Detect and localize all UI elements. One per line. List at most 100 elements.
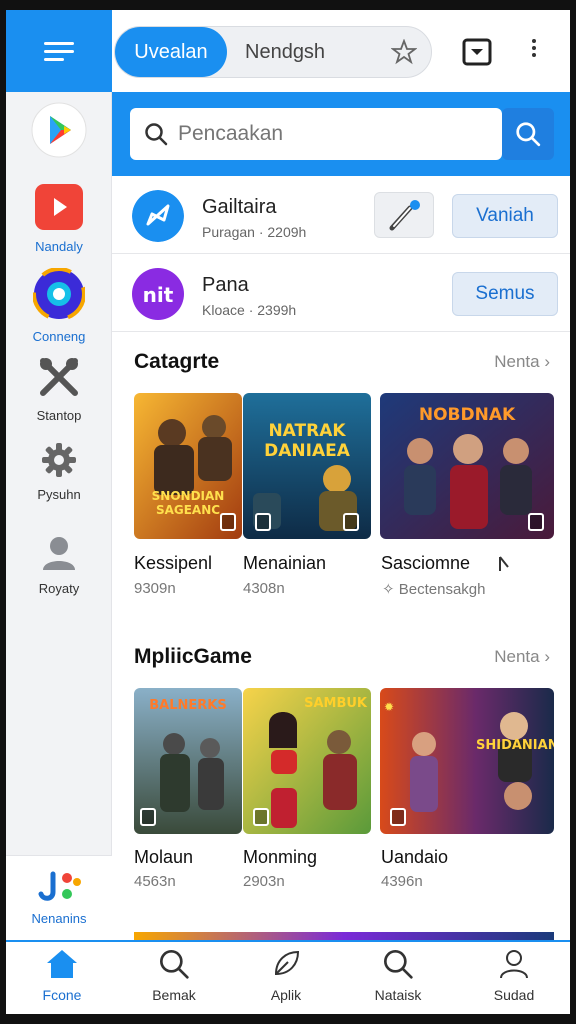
- game-title[interactable]: Molaun: [134, 847, 193, 868]
- game-meta: 4396n: [381, 873, 423, 890]
- person-icon: [43, 537, 75, 570]
- badge-icon: [220, 513, 236, 531]
- game-art-title: BALNERKS: [149, 698, 227, 713]
- tools-icon: [40, 358, 78, 396]
- home-icon: [47, 950, 77, 978]
- svg-text:nit: nit: [143, 283, 174, 307]
- game-art-title: SHIDANIAN: [476, 738, 554, 753]
- app-icon: [132, 190, 184, 242]
- nav-label: Nataisk: [374, 987, 422, 1003]
- more-options-icon[interactable]: [528, 36, 540, 60]
- search-button[interactable]: [502, 108, 554, 160]
- app-row-gailtaira[interactable]: Gailtaira Puragan · 2209h Vaniah: [112, 178, 570, 254]
- rail-bottom-label: Nenanins: [31, 911, 87, 926]
- apps-logo-icon: [38, 871, 81, 901]
- music-note-icon: [499, 556, 509, 571]
- side-rail: Nandaly Conneng Stantop Pysuhn Royaty Ne…: [6, 10, 112, 1014]
- game-card-art[interactable]: SNONDIAN SAGEANC: [134, 393, 242, 539]
- game-card-art[interactable]: NOBDNAK: [380, 393, 554, 539]
- rail-label: Royaty: [38, 581, 80, 596]
- game-title[interactable]: Monming: [243, 847, 317, 868]
- gear-icon: [42, 443, 76, 477]
- bottom-navigation: Fcone Bemak Aplik Nataisk Sudad: [6, 940, 570, 1014]
- menu-button[interactable]: [6, 10, 112, 92]
- game-art-title: SAMBUK: [304, 696, 367, 711]
- game-art-title: NOBDNAK: [418, 405, 516, 425]
- search-bar: [112, 92, 570, 176]
- search-icon: [516, 122, 541, 147]
- rail-label: Pysuhn: [37, 487, 81, 502]
- app-screen: Nandaly Conneng Stantop Pysuhn Royaty Ne…: [6, 10, 570, 1014]
- game-card-art[interactable]: BALNERKS: [134, 688, 242, 834]
- app-meta: Kloace · 2399h: [202, 302, 297, 318]
- rail-item-stantop[interactable]: Stantop: [6, 355, 112, 423]
- nav-bemak[interactable]: Bemak: [118, 948, 230, 1003]
- game-card-art[interactable]: NATRAK DANIAEA: [243, 393, 371, 539]
- rail-label: Conneng: [32, 329, 86, 344]
- pen-icon: [389, 200, 420, 231]
- game-meta: ✧ Bectensakgh: [382, 581, 486, 598]
- search-icon: [384, 950, 413, 979]
- tab-uvealan[interactable]: Uvealan: [115, 27, 227, 77]
- game-meta: 4308n: [243, 580, 285, 597]
- game-card-art[interactable]: ✹ SHIDANIAN: [380, 688, 554, 834]
- rail-item-play-store[interactable]: [6, 102, 112, 163]
- nav-aplik[interactable]: Aplik: [230, 948, 342, 1003]
- rail-label: Stantop: [36, 408, 82, 423]
- rail-item-nenanins[interactable]: Nenanins: [6, 855, 112, 940]
- youtube-icon: [35, 184, 83, 230]
- game-meta: 9309n: [134, 580, 176, 597]
- search-icon: [160, 950, 189, 979]
- app-row-pana[interactable]: nit Pana Kloace · 2399h Semus: [112, 256, 570, 332]
- rail-item-royaty[interactable]: Royaty: [6, 534, 112, 596]
- person-icon: [500, 950, 528, 979]
- rail-label: Nandaly: [35, 239, 83, 254]
- section-more-link[interactable]: Nenta ›: [494, 352, 550, 372]
- rail-item-conneng[interactable]: Conneng: [6, 267, 112, 344]
- vaniah-button[interactable]: Vaniah: [452, 194, 558, 238]
- star-icon[interactable]: [391, 39, 417, 65]
- top-bar: Uvealan Nendgsh: [112, 10, 570, 92]
- tab-nendgsh[interactable]: Nendgsh: [245, 27, 325, 77]
- play-store-icon: [31, 102, 87, 158]
- semus-button[interactable]: Semus: [452, 272, 558, 316]
- game-art-title: NATRAK DANIAEA: [264, 421, 350, 461]
- rail-item-pysuhn[interactable]: Pysuhn: [6, 442, 112, 502]
- game-title[interactable]: Sasciomne: [381, 553, 470, 574]
- app-meta: Puragan · 2209h: [202, 224, 307, 240]
- leaf-icon: [274, 950, 300, 976]
- section-more-link[interactable]: Nenta ›: [494, 647, 550, 667]
- game-title[interactable]: Kessipenl: [134, 553, 212, 574]
- rail-item-nandaly[interactable]: Nandaly: [6, 184, 112, 254]
- badge-icon: [255, 513, 271, 531]
- badge-icon: [343, 513, 359, 531]
- nav-label: Fcone: [42, 987, 82, 1003]
- app-title: Gailtaira: [202, 196, 277, 218]
- search-input[interactable]: [178, 120, 488, 148]
- badge-icon: [390, 808, 406, 826]
- game-card-art[interactable]: SAMBUK: [243, 688, 371, 834]
- nav-label: Sudad: [493, 987, 535, 1003]
- game-meta: 4563n: [134, 873, 176, 890]
- game-art-title: ✹: [384, 700, 395, 714]
- inbox-icon[interactable]: [462, 38, 492, 66]
- section-title: Catagrte: [134, 350, 220, 373]
- nav-home[interactable]: Fcone: [6, 948, 118, 1003]
- search-field: [130, 108, 502, 160]
- game-title[interactable]: Uandaio: [381, 847, 448, 868]
- section-title: MpliicGame: [134, 645, 252, 668]
- tab-switcher: Uvealan Nendgsh: [114, 26, 432, 78]
- game-title[interactable]: Menainian: [243, 553, 326, 574]
- next-row-peek: [134, 932, 554, 940]
- badge-icon: [253, 808, 269, 826]
- attach-button[interactable]: [374, 192, 434, 238]
- hamburger-icon: [44, 37, 74, 66]
- nav-sudad[interactable]: Sudad: [458, 948, 570, 1003]
- app-title: Pana: [202, 274, 249, 296]
- app-icon: nit: [132, 268, 184, 320]
- nav-label: Bemak: [152, 987, 196, 1003]
- badge-icon: [140, 808, 156, 826]
- nav-nataisk[interactable]: Nataisk: [342, 948, 454, 1003]
- nav-label: Aplik: [270, 987, 302, 1003]
- game-meta: 2903n: [243, 873, 285, 890]
